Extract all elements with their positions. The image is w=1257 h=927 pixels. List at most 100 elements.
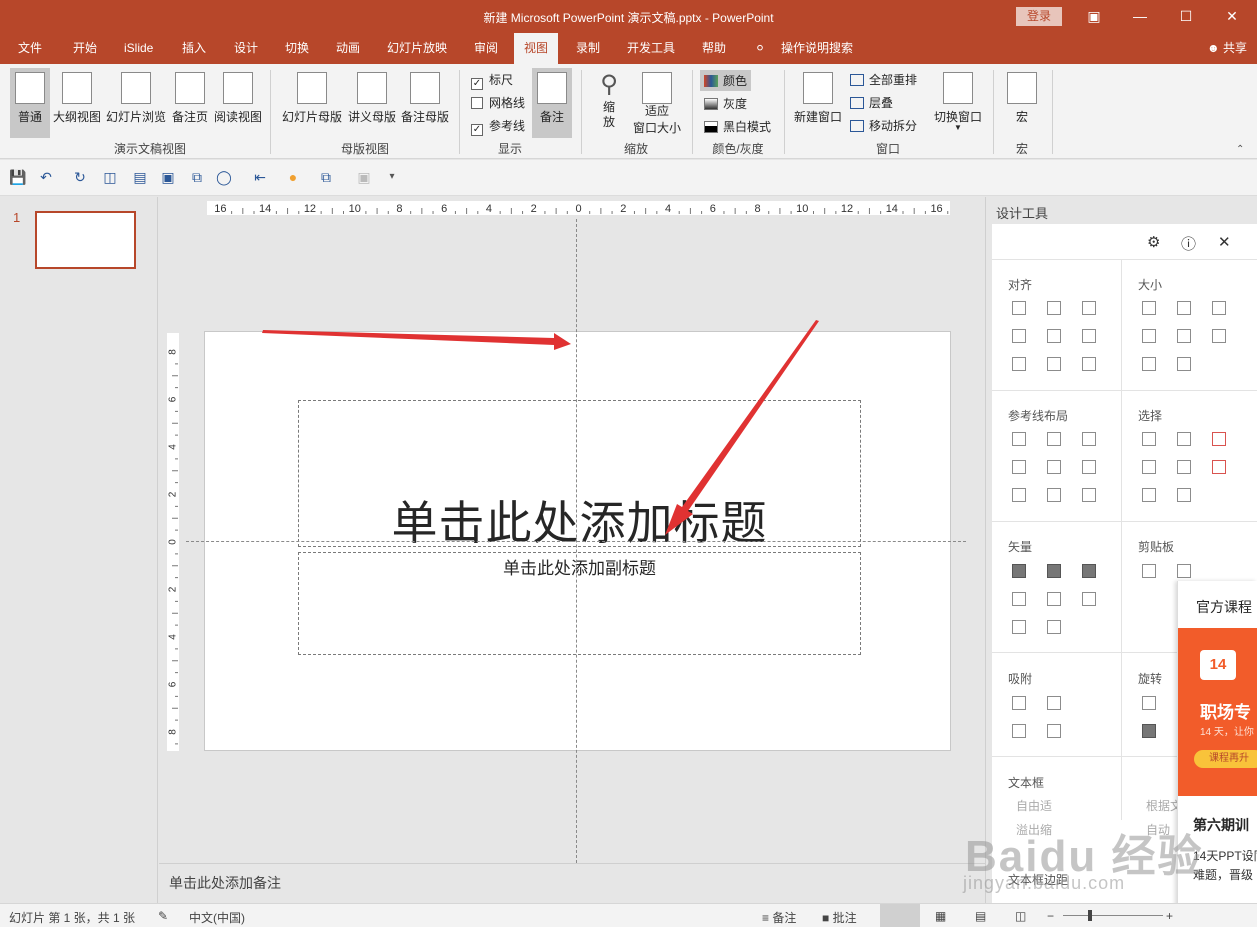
tab-insert[interactable]: 插入: [182, 33, 206, 64]
outline-view-button[interactable]: 大纲视图: [52, 68, 102, 138]
slide-thumbnail[interactable]: [35, 211, 136, 269]
vector-combine-icon[interactable]: [1047, 564, 1061, 578]
notes-page-button[interactable]: 备注页: [170, 68, 210, 138]
black-white-option[interactable]: 黑白模式: [704, 118, 771, 135]
guide-center-icon[interactable]: [1047, 432, 1061, 446]
zoom-slider-thumb[interactable]: [1088, 910, 1092, 921]
macros-button[interactable]: 宏: [1002, 68, 1042, 138]
zoom-button[interactable]: ⚲ 缩放: [592, 68, 626, 138]
align-slide-icon[interactable]: [1082, 357, 1096, 371]
distribute-horizontal-icon[interactable]: [1012, 357, 1026, 371]
close-icon[interactable]: ✕: [1209, 0, 1255, 33]
reading-view-status-icon[interactable]: ▤: [975, 909, 986, 923]
save-icon[interactable]: 💾: [9, 169, 26, 185]
minimize-icon[interactable]: —: [1117, 0, 1163, 33]
arrange-icon[interactable]: ⧉: [318, 169, 334, 185]
tell-me-search[interactable]: 操作说明搜索: [781, 33, 853, 64]
expand-left-icon[interactable]: [1142, 329, 1156, 343]
notes-pane[interactable]: 单击此处添加备注: [159, 863, 985, 903]
redo-icon[interactable]: ↻: [72, 169, 88, 185]
ruler-checkbox[interactable]: ✓ 标尺: [471, 71, 513, 90]
sorter-view-status-icon[interactable]: ▦: [935, 909, 946, 923]
guide-right-icon[interactable]: [1082, 432, 1096, 446]
slide-editor[interactable]: 16 14 12 10 8 6 4 2 0 2 4 6 8 10 12 14 16 864202468 单击此处…: [159, 197, 985, 863]
ad-pill-button[interactable]: 课程再升: [1194, 750, 1257, 768]
slideshow-status-icon[interactable]: ◫: [1015, 909, 1026, 923]
same-height-icon[interactable]: [1177, 301, 1191, 315]
align-center-icon[interactable]: [1047, 301, 1061, 315]
notes-status-button[interactable]: ≡ 备注: [762, 909, 796, 926]
login-button[interactable]: 登录: [1016, 7, 1062, 26]
undo-icon[interactable]: ↶: [38, 169, 54, 185]
vector-intersect-icon[interactable]: [1012, 592, 1026, 606]
tab-design[interactable]: 设计: [234, 33, 258, 64]
rotate-icon[interactable]: [1142, 696, 1156, 710]
language-status[interactable]: 中文(中国): [189, 909, 245, 926]
shape-select-icon[interactable]: ⧉: [189, 169, 205, 185]
vector-text-icon[interactable]: [1012, 620, 1026, 634]
notes-master-button[interactable]: 备注母版: [399, 68, 451, 138]
guide-left-icon[interactable]: [1012, 432, 1026, 446]
textbox-autofit-option[interactable]: 自由适: [1016, 797, 1052, 814]
tab-view[interactable]: 视图: [514, 33, 559, 65]
close-pane-icon[interactable]: ✕: [1218, 233, 1231, 251]
tab-animations[interactable]: 动画: [336, 33, 360, 64]
align-middle-icon[interactable]: [1047, 329, 1061, 343]
comments-status-button[interactable]: ■ 批注: [822, 909, 857, 926]
ribbon-display-icon[interactable]: ▣: [1071, 0, 1117, 33]
select-pointer-icon[interactable]: [1212, 460, 1226, 474]
tab-transitions[interactable]: 切换: [285, 33, 309, 64]
collapse-ribbon-icon[interactable]: ⌃: [1236, 144, 1244, 155]
select-same-icon[interactable]: [1177, 432, 1191, 446]
move-split-button[interactable]: 移动拆分: [850, 117, 917, 134]
switch-window-button[interactable]: 切换窗口 ▼: [930, 68, 986, 138]
color-option[interactable]: 颜色: [700, 70, 752, 91]
arrange-all-button[interactable]: 全部重排: [850, 71, 917, 88]
screenshot-icon[interactable]: ▣: [160, 169, 176, 185]
handout-master-button[interactable]: 讲义母版: [346, 68, 398, 138]
same-size-icon[interactable]: [1212, 301, 1226, 315]
color-dot-icon[interactable]: ●: [285, 169, 301, 185]
guides-checkbox[interactable]: ✓ 参考线: [471, 117, 525, 136]
tab-islide[interactable]: iSlide: [124, 33, 153, 64]
flip-icon[interactable]: [1142, 724, 1156, 738]
snap-right-icon[interactable]: [1047, 696, 1061, 710]
tab-help[interactable]: 帮助: [702, 33, 726, 64]
fit-to-window-button[interactable]: 适应 窗口大小: [630, 68, 684, 138]
tab-home[interactable]: 开始: [73, 33, 97, 64]
merge-shapes-icon[interactable]: ◯: [216, 169, 232, 185]
align-right-icon[interactable]: [1082, 301, 1096, 315]
notes-toggle-button[interactable]: 备注: [532, 68, 572, 138]
guide-top-icon[interactable]: [1012, 460, 1026, 474]
tab-file[interactable]: 文件: [18, 33, 42, 64]
vector-points-icon[interactable]: [1082, 592, 1096, 606]
align-bottom-icon[interactable]: [1082, 329, 1096, 343]
reading-view-button[interactable]: 阅读视图: [212, 68, 264, 138]
gridlines-checkbox[interactable]: 网格线: [471, 94, 525, 111]
guide-bottom-icon[interactable]: [1082, 460, 1096, 474]
slide-sorter-button[interactable]: 幻灯片浏览: [104, 68, 168, 138]
ad-banner[interactable]: 14 职场专 14 天，让你 课程再升: [1178, 628, 1257, 796]
normal-view-button[interactable]: 普通: [10, 68, 50, 138]
customize-toolbar-icon[interactable]: ▾: [384, 169, 400, 185]
maximize-icon[interactable]: ☐: [1163, 0, 1209, 33]
same-width-icon[interactable]: [1142, 301, 1156, 315]
copy-format-icon[interactable]: [1142, 564, 1156, 578]
cascade-button[interactable]: 层叠: [850, 94, 893, 111]
align-top-icon[interactable]: [1012, 329, 1026, 343]
vector-copy-icon[interactable]: [1047, 620, 1061, 634]
paste-format-icon[interactable]: [1177, 564, 1191, 578]
zoom-slider[interactable]: [1063, 915, 1163, 916]
slide-master-button[interactable]: 幻灯片母版: [280, 68, 344, 138]
zoom-in-icon[interactable]: +: [1166, 909, 1173, 923]
settings-icon[interactable]: ⚙: [1147, 233, 1160, 251]
guide-hspace-icon[interactable]: [1012, 488, 1026, 502]
snap-bottom-icon[interactable]: [1047, 724, 1061, 738]
expand-right-icon[interactable]: [1177, 329, 1191, 343]
select-bottom-icon[interactable]: [1142, 488, 1156, 502]
present-icon[interactable]: ◫: [102, 169, 118, 185]
align-left-icon[interactable]: [1012, 301, 1026, 315]
select-similar-icon[interactable]: [1142, 432, 1156, 446]
guide-middle-icon[interactable]: [1047, 460, 1061, 474]
select-check-icon[interactable]: [1212, 432, 1226, 446]
